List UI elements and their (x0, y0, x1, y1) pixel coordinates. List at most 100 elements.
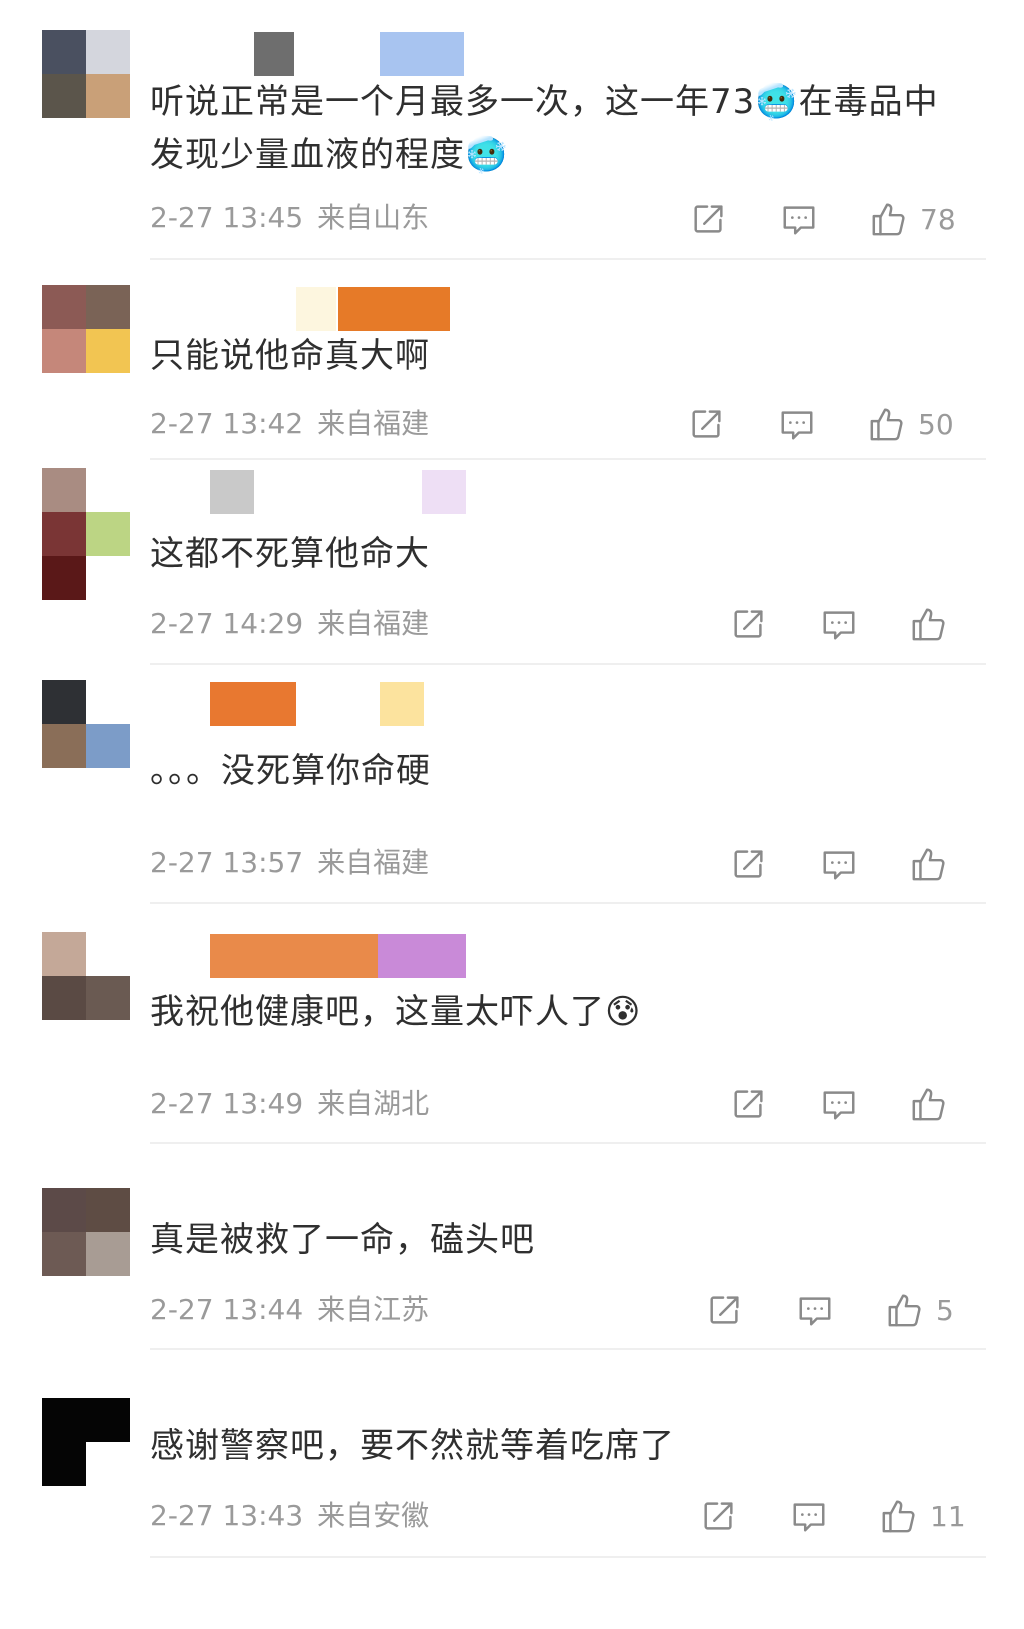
comment-location: 来自福建 (317, 607, 430, 640)
like-button[interactable] (910, 1082, 948, 1126)
avatar[interactable] (42, 30, 130, 118)
comment-text-line: 这都不死算他命大 (150, 534, 430, 574)
avatar[interactable] (42, 680, 130, 768)
comment-text-line: 真是被救了一命，磕头吧 (150, 1220, 535, 1260)
comment-time: 2-27 13:44 (150, 1293, 304, 1326)
reply-button[interactable] (820, 1082, 858, 1126)
comment-location: 来自安徽 (317, 1499, 430, 1532)
comment-location: 来自湖北 (317, 1087, 430, 1120)
share-icon (730, 845, 768, 883)
avatar[interactable] (42, 1398, 130, 1486)
avatar[interactable] (42, 1188, 130, 1276)
share-icon (706, 1291, 744, 1329)
comment-icon (780, 200, 818, 238)
thumbs-up-icon (870, 200, 908, 238)
divider (150, 663, 986, 665)
comment-text-line: 。。。没死算你命硬 (150, 751, 431, 791)
comment-location: 来自福建 (317, 407, 430, 440)
comment-icon (790, 1497, 828, 1535)
comment-meta: 2-27 14:29 来自福建 (150, 604, 429, 644)
comment-time: 2-27 13:45 (150, 201, 304, 234)
like-count: 78 (920, 202, 956, 236)
comment-location: 来自江苏 (317, 1293, 430, 1326)
share-icon (690, 200, 728, 238)
avatar[interactable] (42, 932, 130, 1020)
comment-text-line: 听说正常是一个月最多一次，这一年73🥶在毒品中 (150, 82, 939, 122)
comment-meta: 2-27 13:42 来自福建 (150, 404, 429, 444)
share-button[interactable] (730, 1082, 768, 1126)
share-button[interactable] (730, 842, 768, 886)
reply-button[interactable] (820, 602, 858, 646)
username-redacted[interactable] (150, 32, 490, 76)
comment-time: 2-27 13:42 (150, 407, 304, 440)
comment-time: 2-27 13:49 (150, 1087, 304, 1120)
comment-text-line: 只能说他命真大啊 (150, 336, 430, 376)
username-redacted[interactable] (150, 682, 490, 726)
thumbs-up-icon (880, 1497, 918, 1535)
comment-text: 这都不死算他命大 (150, 528, 980, 581)
comment-icon (820, 845, 858, 883)
comment-text: 真是被救了一命，磕头吧 (150, 1214, 980, 1267)
comment-location: 来自福建 (317, 846, 430, 879)
reply-button[interactable] (790, 1494, 828, 1538)
divider (150, 1556, 986, 1558)
share-button[interactable] (700, 1494, 738, 1538)
like-button[interactable]: 50 (868, 402, 954, 446)
divider (150, 1142, 986, 1144)
comment-meta: 2-27 13:45 来自山东 (150, 198, 429, 238)
username-redacted[interactable] (150, 934, 490, 978)
comment-time: 2-27 13:57 (150, 846, 304, 879)
like-button[interactable] (910, 842, 948, 886)
share-icon (700, 1497, 738, 1535)
reply-button[interactable] (778, 402, 816, 446)
divider (150, 1348, 986, 1350)
comment-text: 感谢警察吧，要不然就等着吃席了 (150, 1420, 980, 1473)
share-icon (730, 605, 768, 643)
comment-meta: 2-27 13:43 来自安徽 (150, 1496, 429, 1536)
avatar[interactable] (42, 285, 130, 373)
share-button[interactable] (690, 197, 728, 241)
like-button[interactable]: 11 (880, 1494, 966, 1538)
username-redacted[interactable] (150, 470, 490, 514)
divider (150, 258, 986, 260)
divider (150, 902, 986, 904)
comment-meta: 2-27 13:57 来自福建 (150, 843, 429, 883)
reply-button[interactable] (820, 842, 858, 886)
comment-text: 我祝他健康吧，这量太吓人了😰 (150, 986, 980, 1039)
comment-text-line: 感谢警察吧，要不然就等着吃席了 (150, 1426, 675, 1466)
comment-text-line: 我祝他健康吧，这量太吓人了😰 (150, 992, 642, 1032)
share-button[interactable] (706, 1288, 744, 1332)
thumbs-up-icon (910, 1085, 948, 1123)
share-icon (730, 1085, 768, 1123)
comment-icon (778, 405, 816, 443)
comment-text: 只能说他命真大啊 (150, 330, 980, 383)
share-button[interactable] (688, 402, 726, 446)
like-count: 50 (918, 407, 954, 441)
thumbs-up-icon (910, 845, 948, 883)
username-redacted[interactable] (150, 287, 490, 331)
comment-location: 来自山东 (317, 201, 430, 234)
comment-icon (820, 1085, 858, 1123)
like-button[interactable]: 78 (870, 197, 956, 241)
thumbs-up-icon (868, 405, 906, 443)
thumbs-up-icon (886, 1291, 924, 1329)
comment-icon (820, 605, 858, 643)
comment-text: 听说正常是一个月最多一次，这一年73🥶在毒品中 发现少量血液的程度🥶 (150, 76, 980, 182)
like-count: 11 (930, 1499, 966, 1533)
like-count: 5 (936, 1293, 954, 1327)
reply-button[interactable] (796, 1288, 834, 1332)
thumbs-up-icon (910, 605, 948, 643)
comment-meta: 2-27 13:44 来自江苏 (150, 1290, 429, 1330)
comment-icon (796, 1291, 834, 1329)
like-button[interactable]: 5 (886, 1288, 954, 1332)
comment-text-line: 发现少量血液的程度🥶 (150, 135, 509, 175)
avatar[interactable] (42, 468, 130, 600)
comment-time: 2-27 14:29 (150, 607, 304, 640)
comment-meta: 2-27 13:49 来自湖北 (150, 1084, 429, 1124)
reply-button[interactable] (780, 197, 818, 241)
comment-time: 2-27 13:43 (150, 1499, 304, 1532)
share-icon (688, 405, 726, 443)
comment-text: 。。。没死算你命硬 (150, 745, 980, 798)
share-button[interactable] (730, 602, 768, 646)
like-button[interactable] (910, 602, 948, 646)
